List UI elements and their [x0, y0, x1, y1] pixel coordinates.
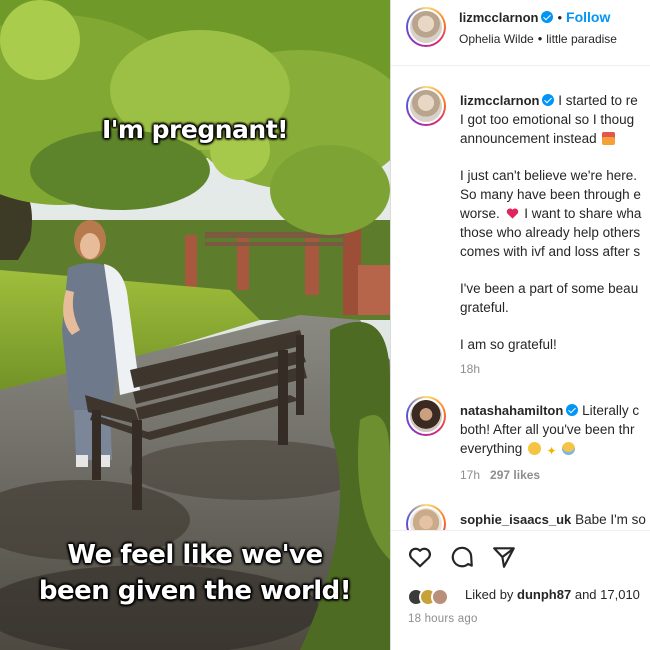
- heart-emoji-icon: [506, 208, 518, 219]
- verified-badge-icon: [542, 94, 555, 106]
- share-icon[interactable]: [491, 544, 517, 570]
- audio-artist: Ophelia Wilde: [459, 32, 534, 46]
- posted-time[interactable]: 18 hours ago: [408, 613, 478, 625]
- caption-bottom-line2: been given the world!: [38, 576, 352, 606]
- caption-bottom: We feel like we've been given the world!: [0, 537, 390, 609]
- audio-track: little paradise: [546, 32, 617, 46]
- audio-attribution[interactable]: Ophelia Wilde • little paradise: [459, 31, 617, 46]
- comment-time[interactable]: 17h: [460, 468, 480, 482]
- ok-hand-emoji-icon: [528, 442, 542, 455]
- post-timestamp[interactable]: 18h: [460, 360, 641, 379]
- avatar[interactable]: [406, 7, 446, 47]
- commenter-username[interactable]: sophie_isaacs_uk: [460, 512, 571, 527]
- liker-avatar[interactable]: [431, 588, 449, 606]
- caption-avatar[interactable]: [406, 86, 446, 126]
- follow-button[interactable]: Follow: [566, 9, 610, 25]
- post-side-panel: lizmcclarnon • Follow Ophelia Wilde • little…: [390, 0, 650, 650]
- liked-by-text[interactable]: Liked by dunph87 and 17,010: [465, 587, 640, 602]
- commenter-username[interactable]: natashahamilton: [460, 403, 563, 418]
- caption-top: I'm pregnant!: [101, 115, 289, 144]
- post-caption: lizmcclarnon I started to re I got too e…: [460, 91, 641, 379]
- caption-username[interactable]: lizmcclarnon: [460, 93, 539, 108]
- comment-icon[interactable]: [449, 544, 475, 570]
- caption-bottom-line1: We feel like we've: [67, 540, 323, 570]
- gift-emoji-icon: [602, 132, 616, 145]
- author-username[interactable]: lizmcclarnon: [459, 10, 538, 25]
- verified-badge-icon: [566, 404, 579, 416]
- comment-item: natashahamilton Literally c both! After …: [460, 401, 639, 485]
- comment-item: sophie_isaacs_uk Babe I'm so: [460, 512, 646, 527]
- post-photo[interactable]: I'm pregnant! We feel like we've been gi…: [0, 0, 390, 650]
- crying-face-emoji-icon: [562, 442, 576, 455]
- sparkles-emoji-icon: ✦: [546, 444, 557, 458]
- separator-dot: •: [557, 10, 563, 25]
- commenter-avatar[interactable]: [406, 396, 446, 436]
- post-header: lizmcclarnon • Follow Ophelia Wilde • little…: [391, 0, 650, 66]
- liked-by-user[interactable]: dunph87: [517, 587, 571, 602]
- heart-icon[interactable]: [407, 544, 433, 570]
- verified-badge-icon: [541, 11, 554, 23]
- comment-meta: 17h 297 likes: [460, 466, 639, 485]
- comment-likes[interactable]: 297 likes: [490, 468, 540, 482]
